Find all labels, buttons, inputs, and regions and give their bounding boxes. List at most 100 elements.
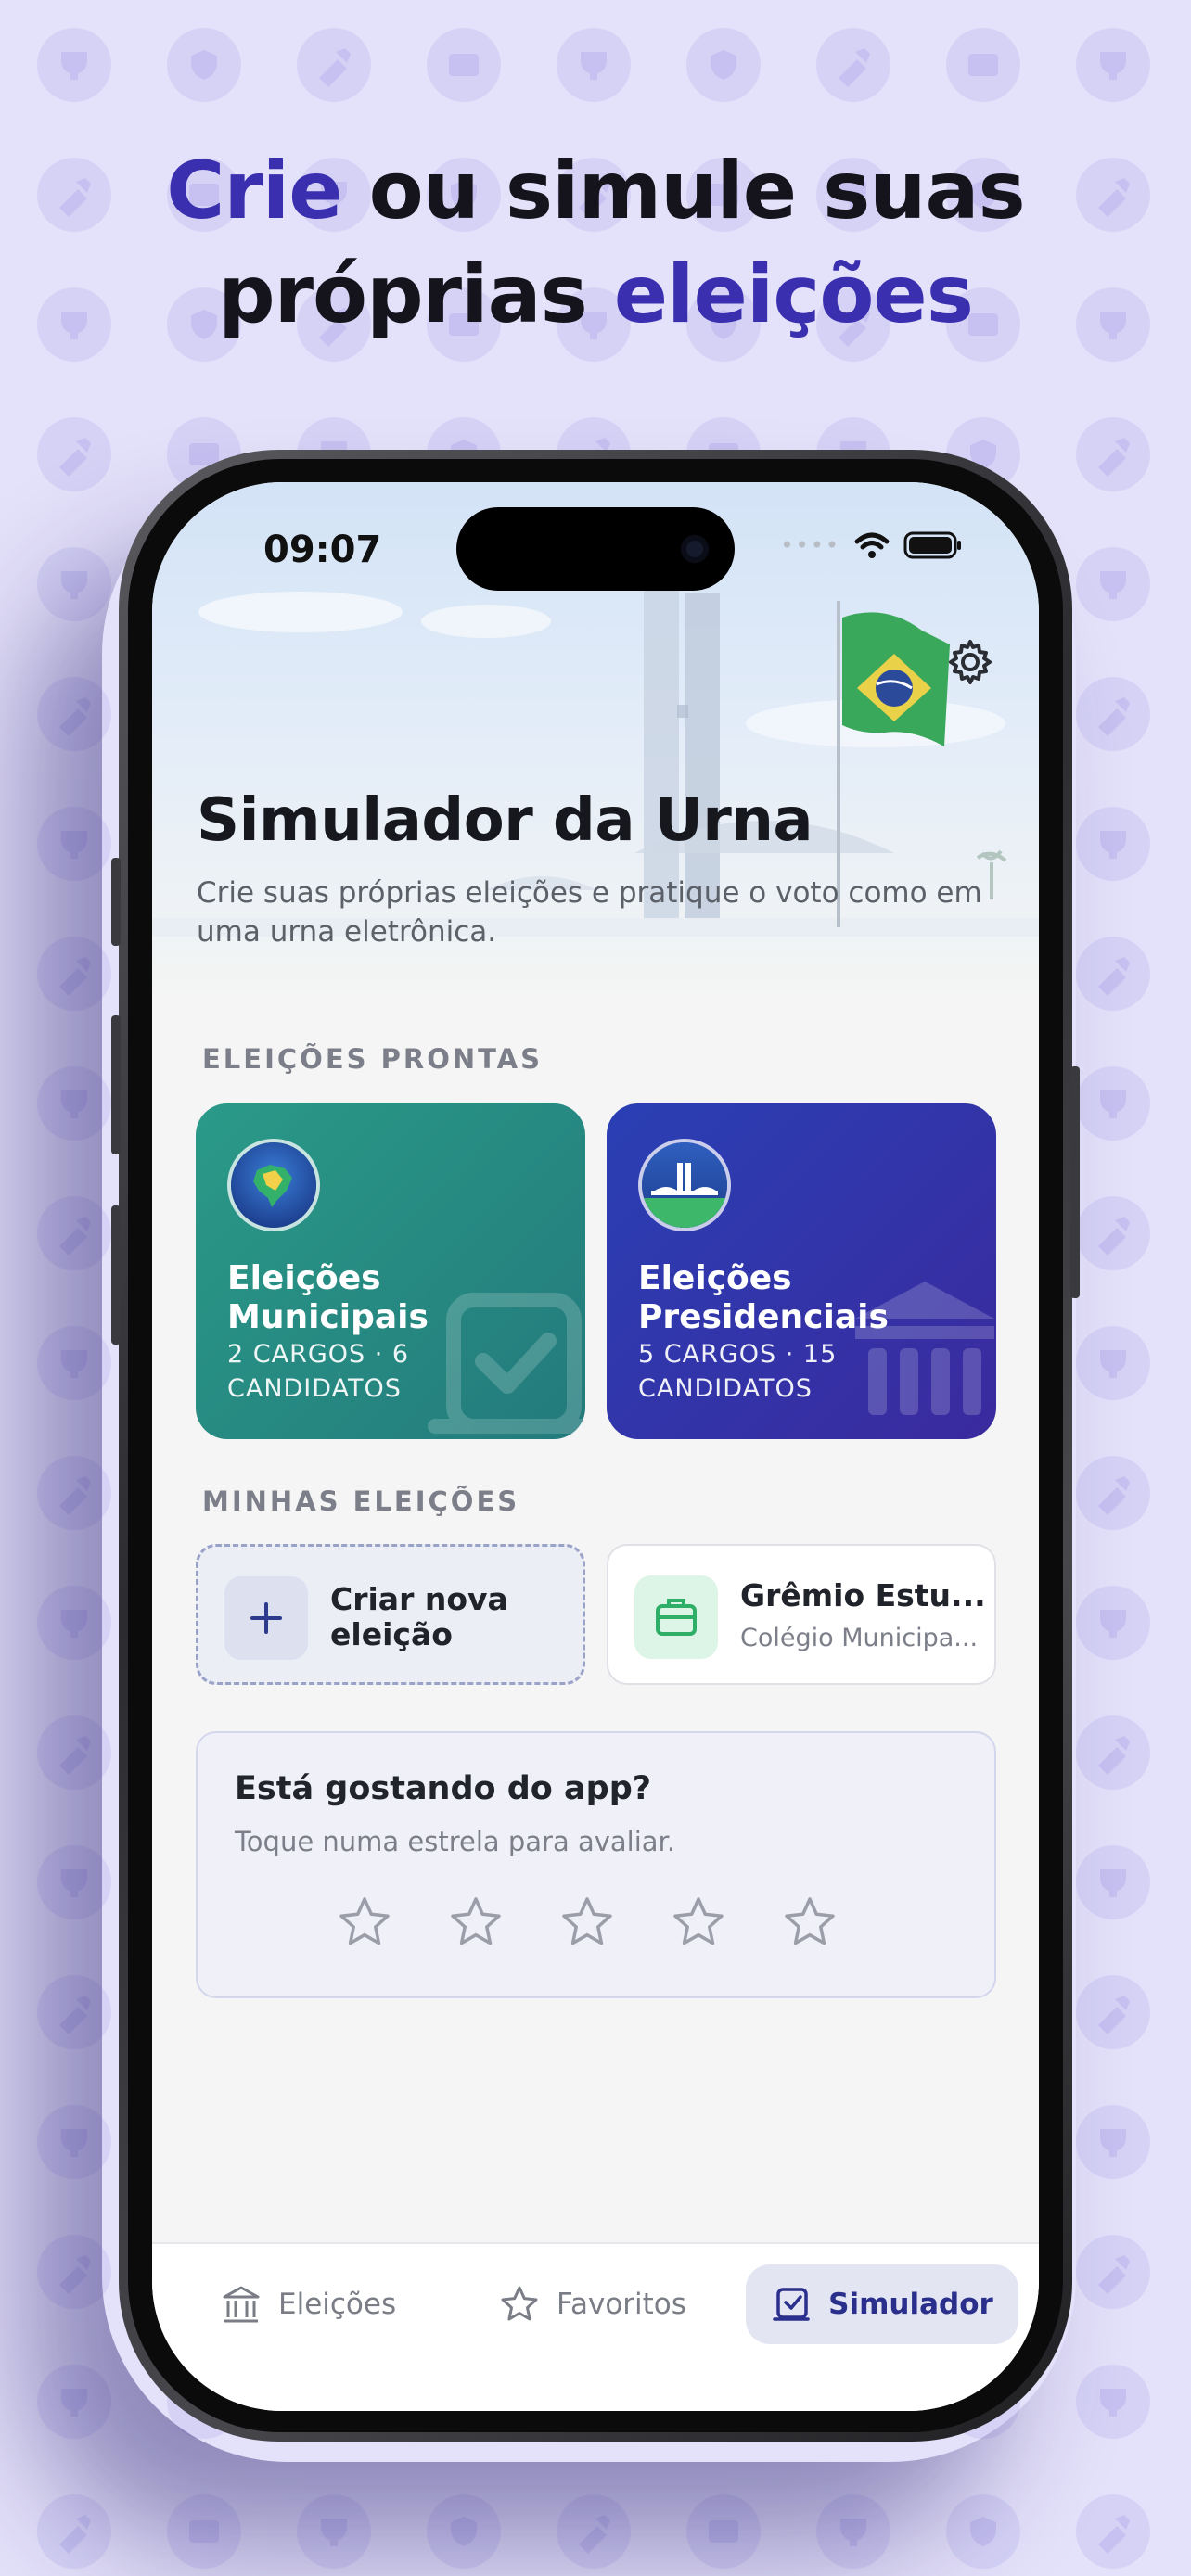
pattern-icon <box>427 2494 501 2569</box>
pattern-icon <box>37 937 111 1011</box>
briefcase-icon <box>634 1575 718 1659</box>
signal-dots-icon: •••• <box>780 532 840 558</box>
section-label-mine: MINHAS ELEIÇÕES <box>202 1486 520 1517</box>
pattern-icon <box>1076 1456 1150 1530</box>
pattern-icon <box>1076 2365 1150 2439</box>
tab-label: Simulador <box>828 2288 993 2321</box>
rating-star-icon[interactable] <box>337 1894 392 1950</box>
dynamic-island <box>456 507 735 591</box>
tab-eleicoes[interactable]: Eleições <box>221 2264 396 2344</box>
pattern-icon <box>686 2494 761 2569</box>
pattern-icon <box>1076 807 1150 881</box>
pattern-icon <box>557 2494 631 2569</box>
page-title: Simulador da Urna <box>197 786 813 855</box>
pattern-icon <box>1076 547 1150 621</box>
headline-line-1: Crie ou simule suas <box>0 139 1191 243</box>
pattern-icon <box>427 28 501 102</box>
wifi-icon <box>854 532 890 558</box>
pattern-icon <box>37 547 111 621</box>
tab-label: Favoritos <box>557 2288 686 2321</box>
headline-accent-2: eleições <box>613 249 974 341</box>
rating-star-icon[interactable] <box>559 1894 615 1950</box>
pattern-icon <box>1076 1715 1150 1790</box>
brazil-map-badge-icon <box>227 1139 320 1231</box>
institution-watermark-icon <box>855 1282 994 1415</box>
rating-hint: Toque numa estrela para avaliar. <box>235 1826 676 1857</box>
pattern-icon <box>37 807 111 881</box>
card-subtitle: 5 CARGOS · 15 CANDIDATOS <box>638 1340 838 1403</box>
rating-star-icon[interactable] <box>671 1894 726 1950</box>
pattern-icon <box>946 2494 1020 2569</box>
headline-text-2: próprias <box>218 249 614 341</box>
institution-icon <box>223 2286 260 2323</box>
section-label-ready: ELEIÇÕES PRONTAS <box>202 1043 543 1075</box>
pattern-icon <box>37 1456 111 1530</box>
pattern-icon <box>946 28 1020 102</box>
headline-line-2: próprias eleições <box>0 243 1191 347</box>
create-election-label: Criar nova eleição <box>330 1581 508 1652</box>
card-municipal-elections[interactable]: Eleições Municipais 2 CARGOS · 6 CANDIDA… <box>196 1103 585 1439</box>
status-icons: •••• <box>780 530 963 560</box>
camera-icon <box>681 535 709 563</box>
action-button <box>111 858 121 946</box>
rating-star-icon[interactable] <box>782 1894 838 1950</box>
tab-simulador[interactable]: Simulador <box>746 2264 1018 2344</box>
pattern-icon <box>37 2105 111 2179</box>
election-item-title: Grêmio Estu... <box>740 1577 986 1613</box>
volume-down-button <box>111 1205 121 1345</box>
pattern-icon <box>167 28 241 102</box>
battery-icon <box>903 531 961 559</box>
election-item-gremio[interactable]: Grêmio Estu... Colégio Municipa... <box>607 1544 996 1685</box>
pattern-icon <box>37 1715 111 1790</box>
page-subtitle: Crie suas próprias eleições e pratique o… <box>197 876 982 949</box>
tab-bar: Eleições Favoritos Simulador <box>152 2242 1039 2411</box>
pattern-icon <box>1076 1326 1150 1400</box>
plus-icon <box>224 1576 308 1660</box>
pattern-icon <box>686 28 761 102</box>
pattern-icon <box>37 1326 111 1400</box>
pattern-icon <box>1076 1845 1150 1919</box>
pattern-icon <box>1076 1196 1150 1270</box>
pattern-icon <box>37 2494 111 2569</box>
ballot-check-icon <box>773 2288 810 2321</box>
pattern-icon <box>297 28 371 102</box>
pattern-icon <box>1076 677 1150 751</box>
pattern-icon <box>816 28 890 102</box>
pattern-icon <box>1076 1975 1150 2049</box>
pattern-icon <box>1076 937 1150 1011</box>
create-election-button[interactable]: Criar nova eleição <box>196 1544 585 1685</box>
pattern-icon <box>1076 28 1150 102</box>
rating-stars <box>337 1894 838 1950</box>
pattern-icon <box>1076 1586 1150 1660</box>
marketing-headline: Crie ou simule suas próprias eleições <box>0 139 1191 347</box>
power-button <box>1070 1066 1080 1298</box>
rating-star-icon[interactable] <box>448 1894 504 1950</box>
pattern-icon <box>37 1845 111 1919</box>
pattern-icon <box>37 1196 111 1270</box>
app-screen: 09:07 •••• Simulador da Urna Crie suas p… <box>152 482 1039 2411</box>
pattern-icon <box>37 1975 111 2049</box>
card-presidential-elections[interactable]: Eleições Presidenciais 5 CARGOS · 15 CAN… <box>607 1103 996 1439</box>
headline-text-1: ou simule suas <box>341 145 1026 237</box>
pattern-icon <box>37 1586 111 1660</box>
status-time: 09:07 <box>263 529 382 571</box>
volume-up-button <box>111 1015 121 1154</box>
pattern-icon <box>37 1066 111 1141</box>
headline-accent-1: Crie <box>166 145 342 237</box>
rating-card: Está gostando do app? Toque numa estrela… <box>196 1731 996 1998</box>
pattern-icon <box>1076 2105 1150 2179</box>
tab-favoritos[interactable]: Favoritos <box>499 2264 686 2344</box>
ballot-box-watermark-icon <box>428 1293 585 1434</box>
pattern-icon <box>37 28 111 102</box>
pattern-icon <box>1076 2494 1150 2569</box>
star-icon <box>501 2286 538 2321</box>
pattern-icon <box>37 417 111 491</box>
pattern-icon <box>297 2494 371 2569</box>
settings-gear-icon[interactable] <box>946 638 994 686</box>
pattern-icon <box>1076 2235 1150 2309</box>
pattern-icon <box>37 2235 111 2309</box>
pattern-icon <box>557 28 631 102</box>
pattern-icon <box>816 2494 890 2569</box>
pattern-icon <box>37 677 111 751</box>
pattern-icon <box>1076 417 1150 491</box>
